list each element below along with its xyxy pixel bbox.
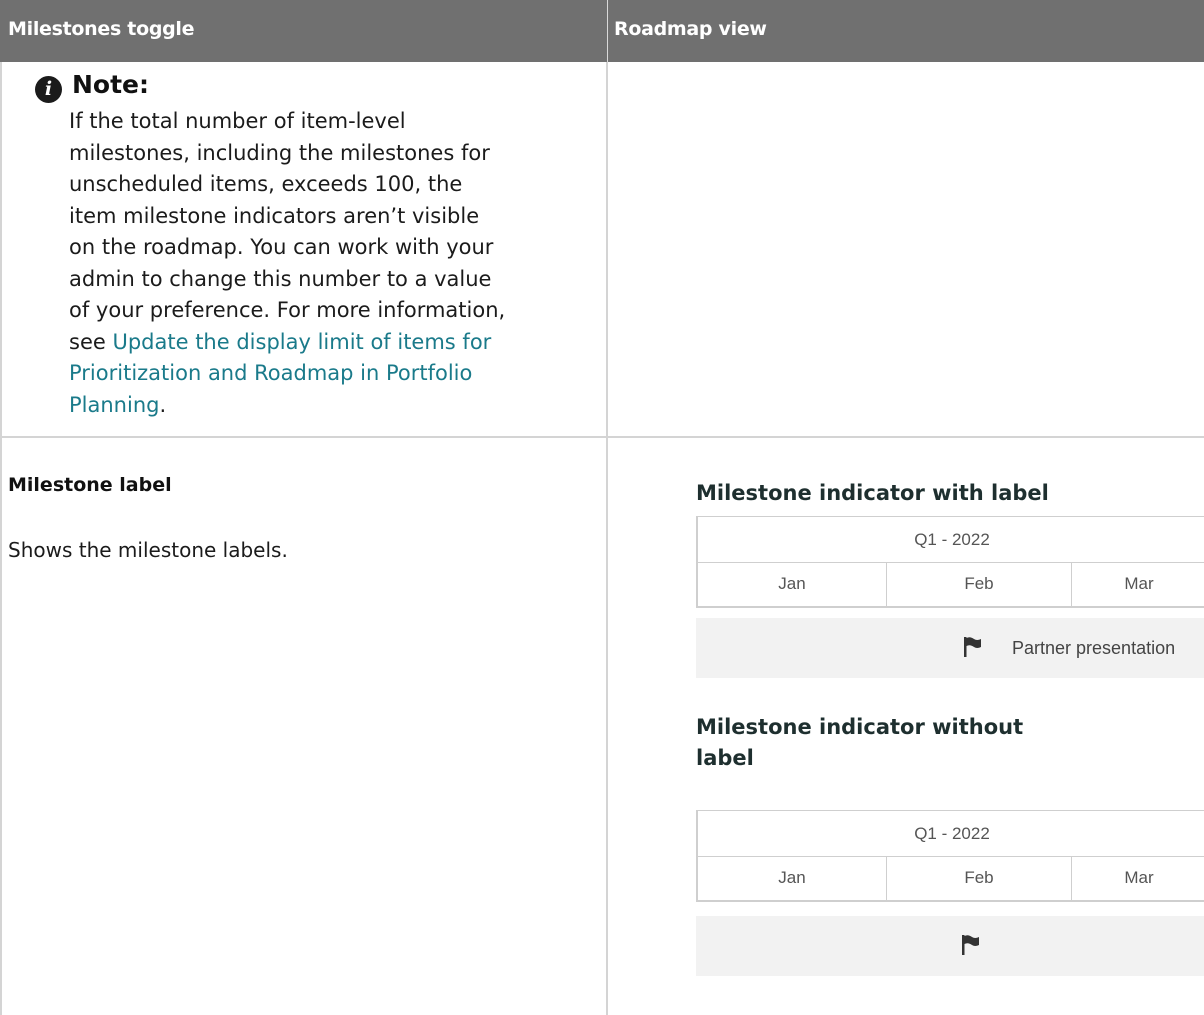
milestone-band-without-label (696, 916, 1204, 976)
roadmap-timeline-without-label: Q1 - 2022 Jan Feb Mar (696, 810, 1204, 902)
note-line: item milestone indicators aren’t visible (69, 203, 480, 228)
roadmap-timeline-with-label: Q1 - 2022 Jan Feb Mar (696, 516, 1204, 608)
note-body: If the total number of item-level milest… (69, 106, 589, 421)
header-milestones-toggle: Milestones toggle (0, 0, 608, 62)
table-border-left (0, 62, 2, 1015)
display-limit-link[interactable]: Update the display limit of items for (112, 330, 491, 354)
quarter-label: Q1 - 2022 (698, 516, 1204, 563)
display-limit-link-end[interactable]: Planning (69, 393, 159, 417)
note-line: Prioritization and Roadmap in Portfolio (69, 358, 589, 390)
month-mar: Mar (1124, 574, 1154, 593)
figure-title-with-label: Milestone indicator with label (696, 481, 1049, 505)
quarter-label: Q1 - 2022 (698, 810, 1204, 857)
header-roadmap-view: Roadmap view (608, 0, 1204, 62)
milestones-table: Milestones toggle Roadmap view i Note: I… (0, 0, 1204, 1015)
month-jan: Jan (778, 574, 806, 593)
note-line: Planning. (69, 390, 589, 422)
month-feb: Feb (964, 868, 994, 887)
note-line: milestones, including the milestones for (69, 140, 490, 165)
note-link-prefix: see (69, 329, 113, 354)
milestone-label: Partner presentation (1012, 638, 1176, 658)
note-title: Note: (72, 70, 150, 99)
note-line: If the total number of item-level (69, 109, 406, 133)
flag-icon[interactable] (962, 935, 980, 955)
note-line: see Update the display limit of items fo… (69, 327, 589, 359)
figure-title-without-label: Milestone indicator without label (696, 712, 1023, 774)
note-line: of your preference. For more information… (69, 298, 506, 322)
display-limit-link-cont[interactable]: Prioritization and Roadmap in Portfolio (69, 361, 472, 385)
figure-title-line: Milestone indicator without (696, 715, 1024, 739)
flag-icon[interactable] (964, 637, 982, 657)
column-divider (606, 62, 608, 1015)
row-divider (0, 436, 1204, 438)
month-jan: Jan (778, 868, 806, 887)
figure-title-line: label (696, 746, 754, 770)
timeline-bottom-border (698, 606, 1204, 608)
month-feb: Feb (964, 574, 994, 593)
info-icon: i (35, 76, 62, 103)
note-link-suffix: . (159, 392, 167, 417)
milestone-label-description: Shows the milestone labels. (8, 538, 288, 562)
month-mar: Mar (1124, 868, 1154, 887)
note-line: admin to change this number to a value (69, 266, 492, 291)
note-line: on the roadmap. You can work with your (69, 235, 494, 259)
note-line: unscheduled items, exceeds 100, the (69, 172, 463, 196)
timeline-bottom-border (698, 900, 1204, 902)
milestone-band-with-label: Partner presentation (696, 618, 1204, 678)
milestone-label-title: Milestone label (8, 474, 172, 496)
